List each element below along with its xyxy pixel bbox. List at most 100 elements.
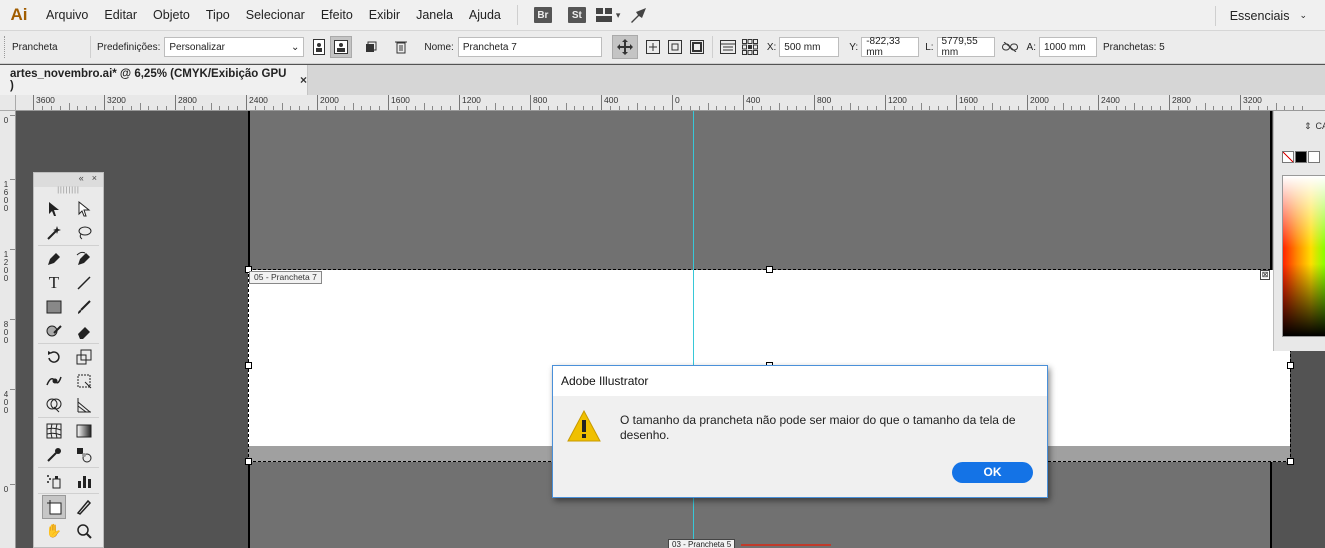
ruler-origin[interactable] bbox=[0, 95, 16, 111]
warp-tool-icon[interactable] bbox=[42, 369, 66, 393]
artboard-delete-icon[interactable]: ⊠ bbox=[1260, 270, 1270, 280]
direct-selection-tool-icon[interactable] bbox=[72, 197, 96, 221]
tools-grip[interactable]: |||||||| bbox=[34, 187, 103, 197]
eraser-tool-icon[interactable] bbox=[72, 319, 96, 343]
y-position-input[interactable]: -822,33 mm bbox=[861, 36, 920, 58]
menu-ajuda[interactable]: Ajuda bbox=[461, 0, 509, 31]
artboard-name-input[interactable]: Prancheta 7 bbox=[457, 37, 602, 57]
arrange-documents-icon[interactable] bbox=[594, 4, 616, 26]
show-video-safe-areas-icon[interactable] bbox=[686, 36, 708, 58]
tool-row bbox=[34, 393, 103, 417]
ruler-minor-tick bbox=[423, 103, 425, 110]
artboard-options-icon[interactable] bbox=[717, 36, 739, 58]
control-grip bbox=[4, 36, 12, 58]
black-swatch[interactable] bbox=[1295, 151, 1307, 163]
link-proportions-icon[interactable] bbox=[999, 36, 1021, 58]
stock-badge-button[interactable]: St bbox=[567, 7, 586, 23]
delete-artboard-icon[interactable] bbox=[390, 36, 412, 58]
rotate-tool-icon[interactable] bbox=[42, 345, 66, 369]
x-position-input[interactable]: 500 mm bbox=[779, 37, 840, 57]
rectangle-tool-icon[interactable] bbox=[42, 295, 66, 319]
portrait-orientation-icon[interactable] bbox=[308, 36, 330, 58]
document-tab[interactable]: artes_novembro.ai* @ 6,25% (CMYK/Exibiçã… bbox=[0, 65, 308, 95]
type-tool-icon[interactable]: T bbox=[42, 271, 66, 295]
scale-tool-icon[interactable] bbox=[72, 345, 96, 369]
ok-button[interactable]: OK bbox=[952, 462, 1033, 483]
ruler-minor-tick bbox=[1035, 106, 1037, 110]
white-swatch[interactable] bbox=[1308, 151, 1320, 163]
chevron-down-icon[interactable]: ▾ bbox=[616, 10, 621, 21]
free-transform-tool-icon[interactable] bbox=[72, 369, 96, 393]
ruler-minor-tick bbox=[805, 106, 807, 110]
shape-builder-tool-icon[interactable] bbox=[42, 393, 66, 417]
ruler-minor-tick bbox=[503, 106, 505, 110]
menu-objeto[interactable]: Objeto bbox=[145, 0, 198, 31]
resize-handle[interactable] bbox=[1287, 362, 1294, 369]
close-icon[interactable]: × bbox=[92, 173, 97, 187]
selection-tool-icon[interactable] bbox=[42, 197, 66, 221]
menu-arquivo[interactable]: Arquivo bbox=[38, 0, 96, 31]
ruler-minor-tick bbox=[1302, 106, 1304, 110]
reference-point-icon[interactable] bbox=[739, 36, 761, 58]
color-spectrum[interactable] bbox=[1282, 175, 1325, 337]
lasso-tool-icon[interactable] bbox=[72, 221, 96, 245]
ruler-tick-label: 0 bbox=[672, 95, 680, 110]
menu-tipo[interactable]: Tipo bbox=[198, 0, 238, 31]
slice-tool-icon[interactable] bbox=[72, 495, 96, 519]
menu-selecionar[interactable]: Selecionar bbox=[238, 0, 313, 31]
show-center-mark-icon[interactable] bbox=[642, 36, 664, 58]
menu-janela[interactable]: Janela bbox=[408, 0, 461, 31]
horizontal-ruler[interactable]: 3600 3200 2800 2400 2000 1600 1200 800 400 0 400 80… bbox=[16, 95, 1325, 111]
resize-handle[interactable] bbox=[245, 458, 252, 465]
perspective-grid-tool-icon[interactable] bbox=[72, 393, 96, 417]
new-artboard-icon[interactable] bbox=[360, 36, 382, 58]
presets-select[interactable]: Personalizar ⌄ bbox=[164, 37, 305, 57]
collapse-icon[interactable]: « bbox=[79, 173, 84, 187]
pen-tool-icon[interactable] bbox=[42, 247, 66, 271]
ruler-minor-tick bbox=[964, 106, 966, 110]
artboard-tool-icon[interactable] bbox=[42, 495, 66, 519]
ruler-minor-tick bbox=[698, 106, 700, 110]
eyedropper-tool-icon[interactable] bbox=[42, 443, 66, 467]
bridge-badge-button[interactable]: Br bbox=[533, 7, 552, 23]
resize-handle[interactable] bbox=[245, 362, 252, 369]
ruler-minor-tick bbox=[290, 106, 292, 110]
ruler-minor-tick bbox=[467, 106, 469, 110]
line-segment-tool-icon[interactable] bbox=[72, 271, 96, 295]
curvature-tool-icon[interactable] bbox=[72, 247, 96, 271]
resize-handle[interactable] bbox=[766, 266, 773, 273]
magic-wand-tool-icon[interactable] bbox=[42, 221, 66, 245]
resize-handle[interactable] bbox=[1287, 458, 1294, 465]
expand-toggle-icon[interactable]: ⇕ bbox=[1304, 121, 1312, 132]
move-with-artboard-icon[interactable] bbox=[611, 35, 638, 59]
shaper-tool-icon[interactable] bbox=[42, 319, 66, 343]
ruler-minor-tick bbox=[920, 103, 922, 110]
menu-efeito[interactable]: Efeito bbox=[313, 0, 361, 31]
close-icon[interactable]: × bbox=[300, 73, 307, 87]
paintbrush-tool-icon[interactable] bbox=[72, 295, 96, 319]
mesh-tool-icon[interactable] bbox=[42, 419, 66, 443]
landscape-orientation-icon[interactable] bbox=[330, 36, 353, 58]
height-input[interactable]: 1000 mm bbox=[1038, 37, 1097, 57]
ruler-minor-tick bbox=[95, 106, 97, 110]
menu-exibir[interactable]: Exibir bbox=[361, 0, 408, 31]
menu-editar[interactable]: Editar bbox=[96, 0, 145, 31]
menu-divider bbox=[516, 5, 518, 25]
vertical-ruler[interactable]: 0 1600 1200 800 400 0 bbox=[0, 111, 16, 548]
symbol-sprayer-tool-icon[interactable] bbox=[42, 469, 66, 493]
hand-tool-icon[interactable]: ✋ bbox=[42, 519, 66, 543]
column-graph-tool-icon[interactable] bbox=[72, 469, 96, 493]
ruler-minor-tick bbox=[476, 106, 478, 110]
show-cross-hairs-icon[interactable] bbox=[664, 36, 686, 58]
ruler-minor-tick bbox=[334, 106, 336, 110]
color-panel-header[interactable]: ⇕ CA bbox=[1274, 111, 1325, 141]
gpu-performance-icon[interactable] bbox=[628, 4, 650, 26]
gradient-tool-icon[interactable] bbox=[72, 419, 96, 443]
ruler-minor-tick bbox=[59, 106, 61, 110]
workspace-switcher[interactable]: Essenciais ⌄ bbox=[1214, 0, 1307, 31]
none-swatch[interactable] bbox=[1282, 151, 1294, 163]
tool-row bbox=[34, 197, 103, 221]
blend-tool-icon[interactable] bbox=[72, 443, 96, 467]
width-input[interactable]: 5779,55 mm bbox=[936, 36, 995, 58]
zoom-tool-icon[interactable] bbox=[72, 519, 96, 543]
